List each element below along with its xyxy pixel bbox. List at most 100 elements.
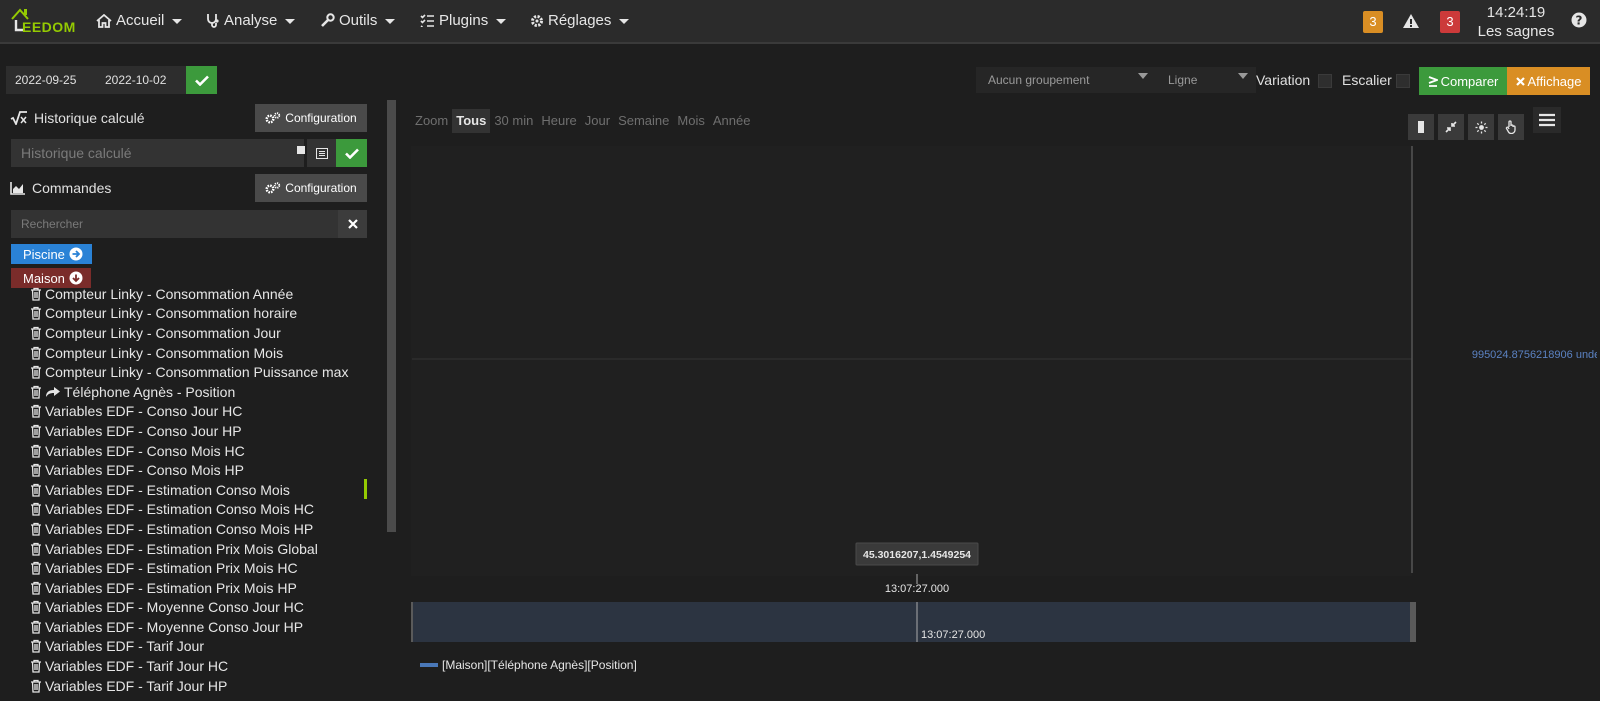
command-list-item[interactable]: Variables EDF - Conso Mois HP [30, 460, 378, 480]
command-list-item[interactable]: Compteur Linky - Consommation Année [30, 284, 378, 304]
date-end-input[interactable]: 2022-10-02 [96, 66, 186, 94]
resize-handle-icon[interactable] [297, 146, 305, 154]
command-list-item[interactable]: Variables EDF - Tarif Jour [30, 637, 378, 657]
command-label: Variables EDF - Moyenne Conso Jour HP [45, 618, 304, 635]
command-list-item[interactable]: Téléphone Agnès - Position [30, 382, 378, 402]
display-button[interactable]: Affichage [1507, 67, 1590, 95]
trash-icon[interactable] [30, 639, 42, 654]
commands-search-input[interactable]: Rechercher [11, 210, 338, 238]
command-list-item[interactable]: Compteur Linky - Consommation Mois [30, 343, 378, 363]
navigator-handle-left [411, 602, 413, 642]
compare-label: Comparer [1440, 73, 1499, 89]
trash-icon[interactable] [30, 424, 42, 438]
nav-analyse[interactable]: Analyse [206, 12, 296, 29]
navigator-tick-label: 13:07:27.000 [921, 629, 985, 641]
trash-icon[interactable] [30, 542, 42, 556]
trash-icon[interactable] [30, 620, 42, 634]
check-icon [194, 75, 209, 86]
trash-icon[interactable] [30, 679, 42, 693]
nav-outils-label: Outils [339, 12, 378, 29]
command-list-item[interactable]: Variables EDF - Tarif Jour HP [30, 676, 378, 696]
left-panel: Historique calculé Configuration Histori… [0, 98, 378, 701]
command-label: Variables EDF - Conso Jour HP [45, 422, 242, 439]
trash-icon[interactable] [30, 404, 42, 419]
trash-icon[interactable] [30, 346, 42, 360]
trash-icon[interactable] [30, 581, 42, 595]
trash-icon[interactable] [30, 444, 42, 458]
warning-count-badge[interactable]: 3 [1363, 11, 1383, 33]
command-label: Variables EDF - Conso Mois HP [45, 462, 244, 479]
command-list-item[interactable]: Variables EDF - Moyenne Conso Jour HP [30, 617, 378, 637]
group-tag-piscine[interactable]: Piscine [11, 244, 92, 264]
trash-icon[interactable] [30, 365, 42, 379]
date-start-input[interactable]: 2022-09-25 [6, 66, 96, 94]
command-list-item[interactable]: Variables EDF - Estimation Prix Mois Glo… [30, 539, 378, 559]
trash-icon[interactable] [30, 561, 42, 575]
command-list-item[interactable]: Variables EDF - Estimation Conso Mois [30, 480, 378, 500]
trash-icon[interactable] [30, 483, 42, 497]
apply-dates-button[interactable] [186, 66, 217, 94]
command-label: Compteur Linky - Consommation Mois [45, 344, 284, 361]
share-arrow-icon [46, 387, 60, 398]
command-label: Variables EDF - Estimation Prix Mois HP [45, 579, 297, 596]
command-list-item[interactable]: Variables EDF - Conso Mois HC [30, 441, 378, 461]
command-list-item[interactable]: Variables EDF - Tarif Jour HC [30, 656, 378, 676]
calc-config-button[interactable]: Configuration [255, 104, 367, 132]
calc-history-input[interactable]: Historique calculé [11, 139, 304, 167]
trash-icon[interactable] [30, 502, 42, 516]
command-list-item[interactable]: Variables EDF - Conso Jour HP [30, 421, 378, 441]
variation-checkbox[interactable] [1318, 74, 1332, 88]
x-tick-label: 13:07:27.000 [885, 583, 949, 595]
stethoscope-icon [207, 14, 219, 28]
clock-widget: 14:24:19 Les sagnes [1476, 3, 1556, 41]
nav-plugins[interactable]: Plugins [420, 12, 507, 29]
trash-icon[interactable] [30, 326, 42, 340]
trash-icon[interactable] [30, 385, 42, 399]
history-chart: Zoom Tous 30 min Heure Jour Semaine Mois Année… [411, 104, 1597, 701]
command-list-item[interactable]: Compteur Linky - Consommation horaire [30, 304, 378, 324]
trash-icon[interactable] [30, 522, 42, 536]
warning-triangle-icon[interactable] [1402, 13, 1420, 29]
command-list-item[interactable]: Variables EDF - Estimation Conso Mois HC [30, 500, 378, 520]
command-list-item[interactable]: Compteur Linky - Consommation Jour [30, 323, 378, 343]
trash-icon[interactable] [30, 306, 42, 321]
command-label: Variables EDF - Conso Mois HC [45, 442, 245, 459]
chevron-down-icon [1138, 73, 1148, 79]
calc-list-button[interactable] [307, 139, 336, 167]
command-list-item[interactable]: Variables EDF - Estimation Conso Mois HP [30, 519, 378, 539]
nav-reglages[interactable]: Réglages [530, 12, 630, 29]
trash-icon[interactable] [30, 463, 42, 477]
command-label: Compteur Linky - Consommation Jour [45, 324, 281, 341]
clear-search-button[interactable] [338, 210, 367, 238]
trash-icon[interactable] [30, 659, 42, 673]
left-panel-scrollbar[interactable] [387, 100, 396, 532]
chart-type-select[interactable]: Ligne [1156, 67, 1256, 93]
commands-title: Commandes [10, 180, 111, 196]
step-checkbox[interactable] [1396, 74, 1410, 88]
commands-config-button[interactable]: Configuration [255, 174, 367, 202]
alert-count-badge[interactable]: 3 [1440, 11, 1460, 33]
command-list-item[interactable]: Variables EDF - Conso Jour HC [30, 402, 378, 422]
chart-svg[interactable]: 995024.8756218906 undefined 45.3016207,1… [411, 104, 1597, 701]
chevron-down-icon [285, 19, 296, 24]
nav-outils[interactable]: Outils [320, 12, 396, 29]
trash-icon[interactable] [30, 287, 42, 301]
chevron-down-icon [172, 19, 183, 24]
calc-apply-button[interactable] [336, 139, 367, 167]
help-icon[interactable]: ? [1571, 12, 1587, 28]
nav-accueil[interactable]: Accueil [96, 12, 183, 29]
grouping-select[interactable]: Aucun groupement [976, 67, 1156, 93]
jeedom-logo[interactable]: EEDOM [6, 4, 78, 40]
command-list-item[interactable]: Compteur Linky - Consommation Puissance … [30, 362, 378, 382]
command-label: Variables EDF - Estimation Conso Mois HC [45, 501, 314, 518]
trash-icon[interactable] [30, 600, 42, 614]
command-list-item[interactable]: Variables EDF - Moyenne Conso Jour HC [30, 598, 378, 618]
command-list-item[interactable]: Variables EDF - Estimation Prix Mois HC [30, 558, 378, 578]
command-list-item[interactable]: Variables EDF - Estimation Prix Mois HP [30, 578, 378, 598]
plot-background [411, 146, 1412, 576]
wrench-icon [321, 13, 335, 27]
compare-button[interactable]: Comparer [1419, 67, 1507, 95]
command-label: Variables EDF - Tarif Jour HP [45, 677, 228, 694]
command-label: Variables EDF - Tarif Jour HC [45, 658, 229, 675]
command-label: Compteur Linky - Consommation Année [45, 285, 294, 302]
